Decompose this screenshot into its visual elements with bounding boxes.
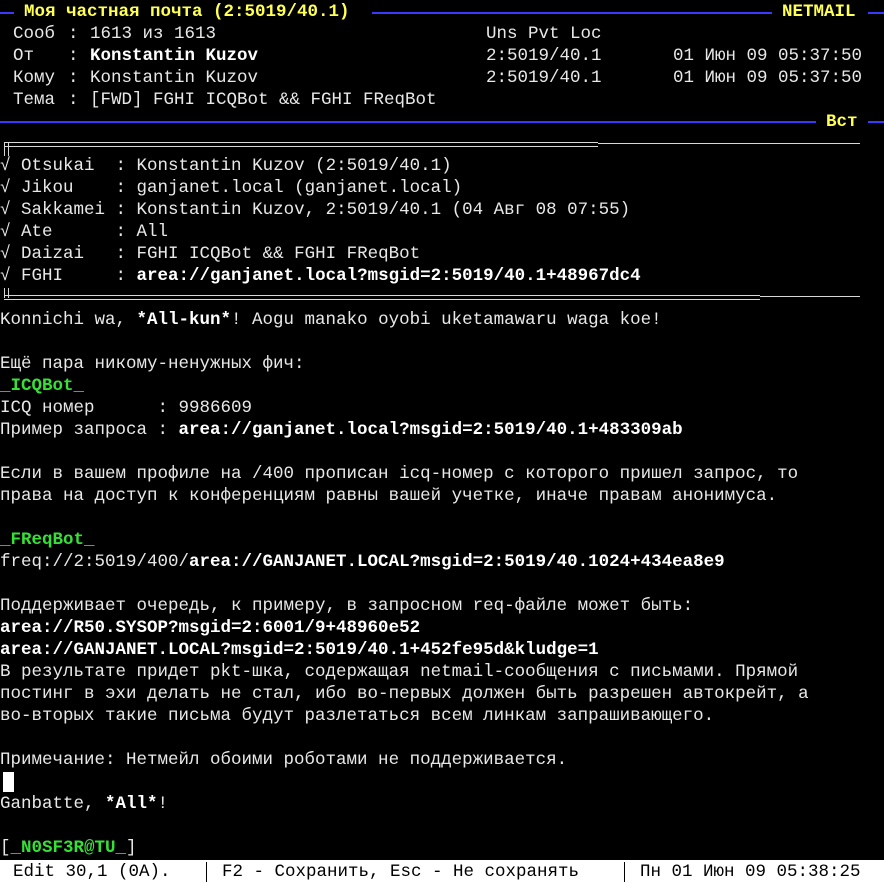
to-date: 01 Июн 09 05:37:50 bbox=[673, 68, 863, 88]
title-rule-mid bbox=[372, 12, 772, 14]
from-name: Konstantin Kuzov bbox=[90, 46, 259, 66]
kludge-box-top bbox=[4, 142, 598, 147]
hotkey-hints: F2 - Сохранить, Esc - Не сохранять bbox=[222, 862, 580, 882]
status-separator bbox=[206, 862, 207, 882]
body-line-note[interactable]: Примечание: Нетмейл обоими роботами не п… bbox=[0, 749, 884, 771]
kludge-box-bottom bbox=[4, 295, 760, 300]
colon: : bbox=[68, 68, 79, 88]
body-line-icq-desc-2[interactable]: права на доступ к конференциям равны ваш… bbox=[0, 485, 884, 507]
body-line-result-3[interactable]: во-вторых такие письма будут разлетаться… bbox=[0, 705, 884, 727]
kludge-line[interactable]: √ Daizai : FGHI ICQBot && FGHI FReqBot bbox=[0, 243, 884, 265]
signature-origin: _N0SF3R@TU_ bbox=[10, 838, 127, 858]
kludge-key: √ Sakkamei : bbox=[0, 200, 127, 220]
insert-mode-indicator: Вст bbox=[826, 112, 858, 132]
msg-number: 1613 из 1613 bbox=[90, 24, 217, 44]
from-label: От bbox=[13, 46, 35, 66]
window-title: Моя частная почта (2:5019/40.1) bbox=[24, 2, 350, 22]
status-separator bbox=[624, 862, 625, 882]
subject-label: Тема bbox=[13, 90, 56, 110]
kludge-line[interactable]: √ Sakkamei : Konstantin Kuzov, 2:5019/40… bbox=[0, 199, 884, 221]
kludge-box-top-thin bbox=[598, 143, 860, 144]
status-bar: Edit 30,1 (0A). F2 - Сохранить, Esc - Не… bbox=[0, 860, 884, 884]
kludge-box-bottom-thin bbox=[760, 296, 860, 297]
kludge-line[interactable]: √ Jikou : ganjanet.local (ganjanet.local… bbox=[0, 177, 884, 199]
to-label: Кому bbox=[13, 68, 56, 88]
kludge-key: √ Ate : bbox=[0, 222, 127, 242]
kludge-value: area://ganjanet.local?msgid=2:5019/40.1+… bbox=[136, 266, 641, 286]
msg-flags: Uns Pvt Loc bbox=[486, 24, 602, 44]
header-divider bbox=[0, 121, 816, 123]
editor-mode-status: Edit 30,1 (0A). bbox=[13, 862, 171, 882]
colon: : bbox=[68, 46, 79, 66]
colon: : bbox=[68, 24, 79, 44]
status-clock: Пн 01 Июн 09 05:38:25 bbox=[640, 862, 861, 882]
kludge-key: √ Otsukai : bbox=[0, 156, 127, 176]
body-line-freq-link[interactable]: freq://2:5019/400/area://GANJANET.LOCAL?… bbox=[0, 551, 884, 573]
to-address: 2:5019/40.1 bbox=[486, 68, 602, 88]
title-rule-right bbox=[868, 12, 884, 14]
body-line-icq-number[interactable]: ICQ номер : 9986609 bbox=[0, 397, 884, 419]
header-divider-right bbox=[868, 121, 884, 123]
kludge-line[interactable]: √ Ate : All bbox=[0, 221, 884, 243]
kludge-value: Konstantin Kuzov (2:5019/40.1) bbox=[136, 156, 452, 176]
kludge-box-left bbox=[4, 142, 9, 156]
msg-number-label: Сооб bbox=[13, 24, 56, 44]
kludge-key: √ FGHI : bbox=[0, 266, 127, 286]
kludge-line[interactable]: √ FGHI : area://ganjanet.local?msgid=2:5… bbox=[0, 265, 884, 287]
from-date: 01 Июн 09 05:37:50 bbox=[673, 46, 863, 66]
body-line-queue-2[interactable]: area://GANJANET.LOCAL?msgid=2:5019/40.1+… bbox=[0, 639, 884, 661]
from-address: 2:5019/40.1 bbox=[486, 46, 602, 66]
kludge-key: √ Daizai : bbox=[0, 244, 127, 264]
kludge-value: FGHI ICQBot && FGHI FReqBot bbox=[136, 244, 421, 264]
area-name: NETMAIL bbox=[782, 2, 856, 22]
body-line-goodbye[interactable]: Ganbatte, *All*! bbox=[0, 793, 884, 815]
signature-line[interactable]: [_N0SF3R@TU_] bbox=[0, 837, 884, 859]
title-rule-left bbox=[0, 12, 14, 14]
kludge-value: Konstantin Kuzov, 2:5019/40.1 (04 Авг 08… bbox=[136, 200, 631, 220]
kludge-value: ganjanet.local (ganjanet.local) bbox=[136, 178, 463, 198]
to-name: Konstantin Kuzov bbox=[90, 68, 259, 88]
body-line-intro[interactable]: Ещё пара никому-ненужных фич: bbox=[0, 353, 884, 375]
subject-field[interactable]: [FWD] FGHI ICQBot && FGHI FReqBot bbox=[90, 89, 437, 111]
kludge-key: √ Jikou : bbox=[0, 178, 127, 198]
body-line-greeting[interactable]: Konnichi wa, *All-kun*! Aogu manako oyob… bbox=[0, 309, 884, 331]
body-line-icq-desc-1[interactable]: Если в вашем профиле на /400 прописан ic… bbox=[0, 463, 884, 485]
freqbot-heading[interactable]: _FReqBot_ bbox=[0, 529, 884, 551]
kludge-line[interactable]: √ Otsukai : Konstantin Kuzov (2:5019/40.… bbox=[0, 155, 884, 177]
kludge-value: All bbox=[136, 222, 169, 242]
text-cursor bbox=[3, 772, 14, 792]
body-line-queue-1[interactable]: area://R50.SYSOP?msgid=2:6001/9+48960e52 bbox=[0, 617, 884, 639]
icqbot-heading[interactable]: _ICQBot_ bbox=[0, 375, 884, 397]
body-line-result-2[interactable]: постинг в эхи делать не стал, ибо во-пер… bbox=[0, 683, 884, 705]
body-line-result-1[interactable]: В результате придет pkt-шка, содержащая … bbox=[0, 661, 884, 683]
colon: : bbox=[68, 90, 79, 110]
body-line-icq-request[interactable]: Пример запроса : area://ganjanet.local?m… bbox=[0, 419, 884, 441]
body-line-queue[interactable]: Поддерживает очередь, к примеру, в запро… bbox=[0, 595, 884, 617]
